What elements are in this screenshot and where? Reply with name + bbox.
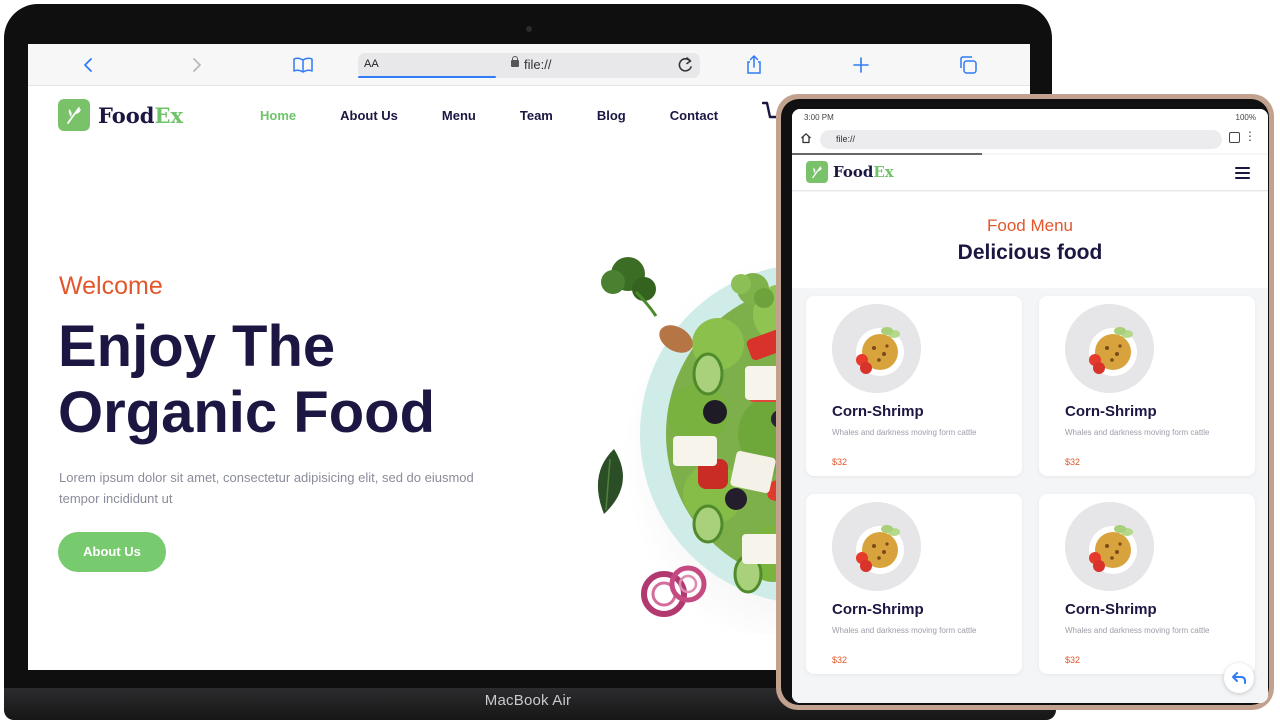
mobile-url-bar: file:// ⋮ bbox=[792, 125, 1268, 153]
tablet-screen: 3:00 PM 100% file:// ⋮ FoodEx Food Menu … bbox=[792, 109, 1268, 703]
address-url[interactable]: file:// bbox=[524, 57, 551, 72]
dish-name: Corn-Shrimp bbox=[832, 403, 924, 420]
bookmarks-icon[interactable] bbox=[292, 54, 314, 76]
dish-image bbox=[1065, 304, 1154, 393]
mobile-site-header: FoodEx bbox=[792, 155, 1268, 191]
menu-card[interactable]: Corn-Shrimp Whales and darkness moving f… bbox=[806, 296, 1022, 476]
dish-description: Whales and darkness moving form cattle bbox=[1065, 428, 1210, 437]
back-icon[interactable] bbox=[78, 54, 100, 76]
leaf-logo-icon bbox=[58, 99, 90, 131]
nav-menu[interactable]: Menu bbox=[442, 108, 476, 123]
status-battery: 100% bbox=[1235, 113, 1256, 122]
leaf-logo-icon bbox=[806, 161, 828, 183]
dish-description: Whales and darkness moving form cattle bbox=[832, 428, 977, 437]
status-bar: 3:00 PM 100% bbox=[792, 109, 1268, 125]
status-time: 3:00 PM bbox=[804, 113, 834, 122]
menu-card[interactable]: Corn-Shrimp Whales and darkness moving f… bbox=[1039, 296, 1255, 476]
nav-blog[interactable]: Blog bbox=[597, 108, 626, 123]
menu-card[interactable]: Corn-Shrimp Whales and darkness moving f… bbox=[806, 494, 1022, 674]
load-progress bbox=[358, 76, 496, 78]
dish-price: $32 bbox=[832, 655, 848, 665]
reader-aa-button[interactable]: AA bbox=[364, 58, 379, 70]
logo-prefix: Food bbox=[98, 102, 155, 128]
camera-dot bbox=[526, 26, 532, 32]
tablet-bezel: 3:00 PM 100% file:// ⋮ FoodEx Food Menu … bbox=[781, 99, 1269, 705]
dish-price: $32 bbox=[1065, 457, 1081, 467]
logo-prefix: Food bbox=[833, 163, 874, 181]
hero-title-line2: Organic Food bbox=[58, 380, 435, 445]
logo-text: FoodEx bbox=[98, 103, 183, 128]
tab-switcher-icon[interactable] bbox=[1229, 132, 1240, 143]
food-menu-section: Food Menu Delicious food Corn-Shrimp Wha… bbox=[792, 192, 1268, 703]
dish-description: Whales and darkness moving form cattle bbox=[1065, 626, 1210, 635]
dish-image bbox=[1065, 502, 1154, 591]
nav-home[interactable]: Home bbox=[260, 108, 296, 123]
logo-accent: Ex bbox=[154, 102, 183, 128]
hero-title: Enjoy The Organic Food bbox=[58, 314, 435, 446]
mobile-address-field[interactable]: file:// bbox=[820, 130, 1222, 149]
reload-icon[interactable] bbox=[676, 55, 694, 80]
lock-icon bbox=[511, 56, 519, 67]
tabs-icon[interactable] bbox=[957, 54, 979, 76]
address-bar[interactable]: AA file:// bbox=[358, 53, 700, 78]
logo-accent: Ex bbox=[873, 163, 894, 181]
about-us-button[interactable]: About Us bbox=[58, 532, 166, 572]
hero-kicker: Welcome bbox=[59, 272, 163, 300]
forward-icon[interactable] bbox=[185, 54, 207, 76]
section-kicker: Food Menu bbox=[987, 216, 1073, 235]
scroll-top-button[interactable] bbox=[1224, 663, 1254, 693]
tablet-mockup: 3:00 PM 100% file:// ⋮ FoodEx Food Menu … bbox=[776, 94, 1274, 710]
site-logo[interactable]: FoodEx bbox=[58, 99, 183, 131]
dish-price: $32 bbox=[832, 457, 848, 467]
nav-team[interactable]: Team bbox=[520, 108, 553, 123]
dish-name: Corn-Shrimp bbox=[1065, 601, 1157, 618]
nav-about-us[interactable]: About Us bbox=[340, 108, 398, 123]
hamburger-menu-icon[interactable] bbox=[1235, 167, 1250, 179]
hero-description: Lorem ipsum dolor sit amet, consectetur … bbox=[59, 470, 474, 506]
menu-grid: Corn-Shrimp Whales and darkness moving f… bbox=[792, 288, 1268, 703]
dish-price: $32 bbox=[1065, 655, 1081, 665]
new-tab-icon[interactable] bbox=[850, 54, 872, 76]
dish-name: Corn-Shrimp bbox=[1065, 403, 1157, 420]
section-title: Delicious food bbox=[957, 241, 1103, 264]
main-nav: Home About Us Menu Team Blog Contact bbox=[260, 108, 762, 123]
logo-text: FoodEx bbox=[833, 163, 894, 181]
hero-title-line1: Enjoy The bbox=[58, 314, 336, 379]
browser-toolbar: AA file:// bbox=[28, 44, 1030, 86]
mobile-site-logo[interactable]: FoodEx bbox=[806, 161, 894, 183]
dish-image bbox=[832, 304, 921, 393]
share-icon[interactable] bbox=[743, 54, 765, 76]
dish-description: Whales and darkness moving form cattle bbox=[832, 626, 977, 635]
home-icon[interactable] bbox=[800, 132, 812, 147]
dish-name: Corn-Shrimp bbox=[832, 601, 924, 618]
nav-contact[interactable]: Contact bbox=[670, 108, 718, 123]
menu-card[interactable]: Corn-Shrimp Whales and darkness moving f… bbox=[1039, 494, 1255, 674]
more-options-icon[interactable]: ⋮ bbox=[1244, 129, 1256, 143]
dish-image bbox=[832, 502, 921, 591]
